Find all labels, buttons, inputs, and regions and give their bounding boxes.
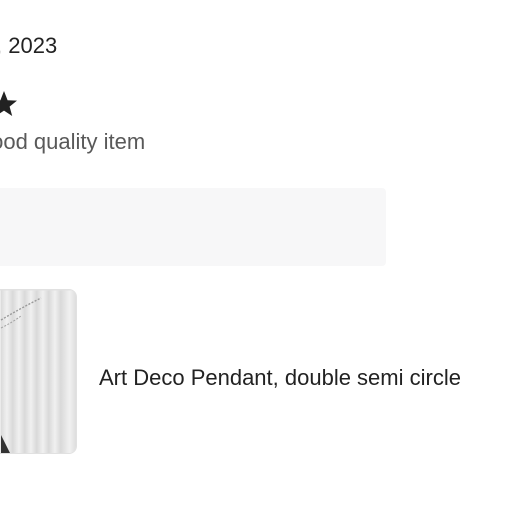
- review-text-content: Good quality item: [0, 129, 146, 154]
- item-title-link[interactable]: Art Deco Pendant, double semi circle: [99, 362, 461, 394]
- star-rating: [0, 87, 18, 121]
- review-panel: [0, 188, 386, 266]
- review-text: Good quality item: [0, 126, 145, 158]
- review-date: , 2023: [0, 30, 57, 62]
- item-thumbnail[interactable]: [0, 289, 77, 454]
- review-date-text: ,: [0, 33, 8, 58]
- star-icon: [0, 91, 17, 116]
- review-date-year: 2023: [8, 33, 58, 58]
- review-card: , 2023 Good quality item: [0, 0, 507, 507]
- pendant-photo-icon: [0, 290, 76, 453]
